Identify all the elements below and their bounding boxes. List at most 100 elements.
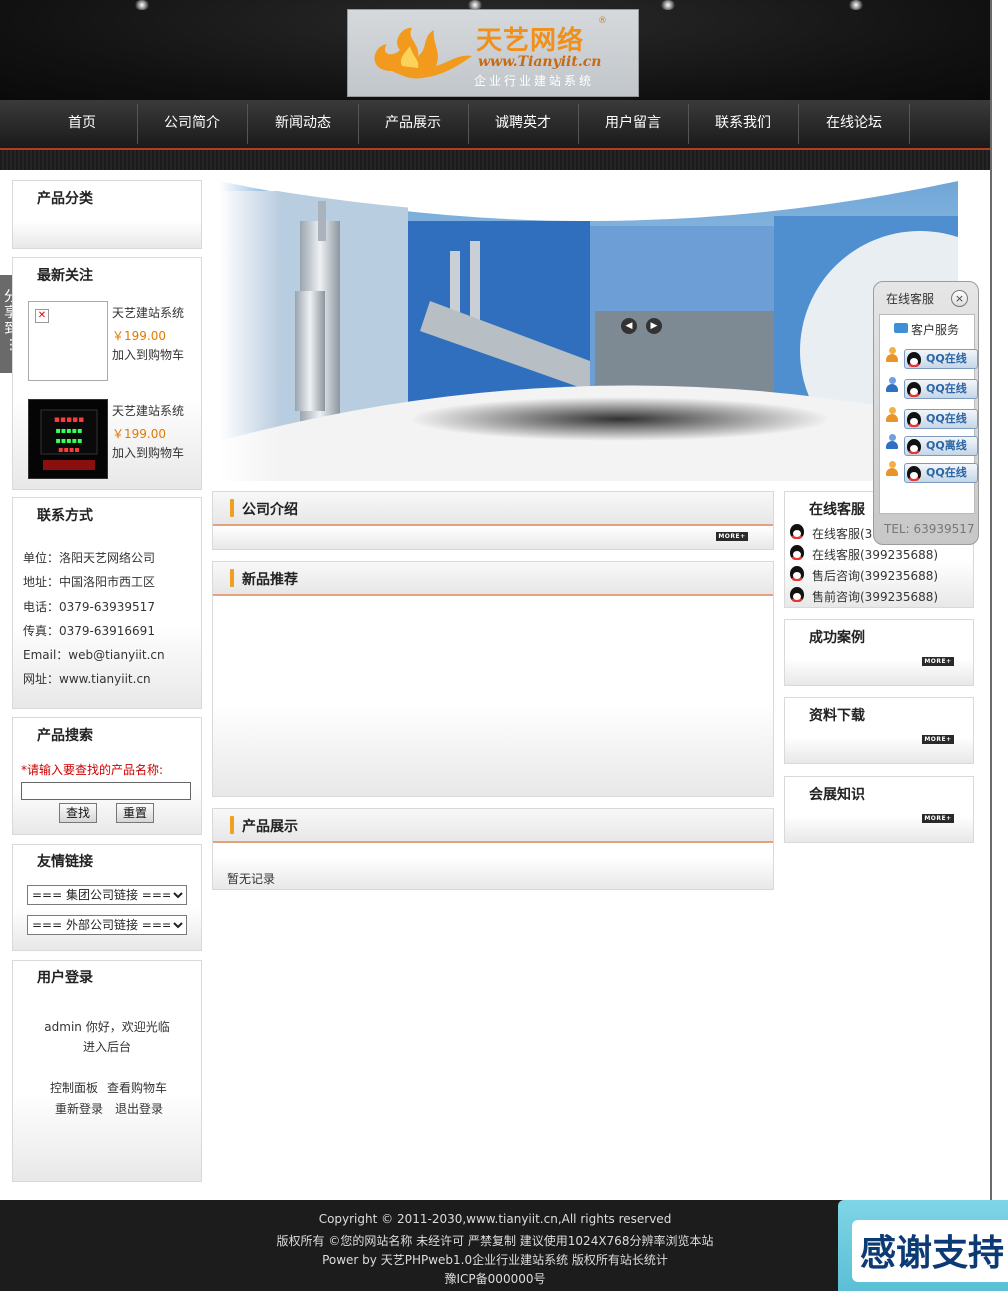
- contact-company: 单位：洛阳天艺网络公司: [23, 551, 156, 565]
- header: 天艺网络 ® www.Tianyiit.cn 企业行业建站系统: [0, 0, 990, 100]
- cases-more-button[interactable]: MORE+: [922, 657, 954, 666]
- qq-online-button[interactable]: QQ在线: [904, 463, 978, 483]
- industrial-banner-image: [220, 181, 958, 481]
- product-name[interactable]: 天艺建站系统: [112, 402, 184, 419]
- contact-box: 联系方式 单位：洛阳天艺网络公司 地址：中国洛阳市西工区 电话：0379-639…: [12, 497, 202, 709]
- service-title: 在线客服: [809, 502, 865, 518]
- banner-slideshow[interactable]: [220, 181, 958, 481]
- nav-bar: 首页 公司简介 新闻动态 产品展示 诚聘英才 用户留言 联系我们 在线论坛: [0, 100, 990, 148]
- downloads-box: 资料下载 MORE+: [784, 697, 974, 764]
- qq-penguin-icon: [907, 466, 921, 481]
- logo-registered-mark: ®: [598, 16, 607, 26]
- knowledge-more-button[interactable]: MORE+: [922, 814, 954, 823]
- qq-close-button[interactable]: ×: [951, 290, 968, 307]
- contact-phone: 电话：0379-63939517: [23, 600, 155, 614]
- new-products-title: 新品推荐: [242, 572, 298, 588]
- nav-item-products[interactable]: 产品展示: [358, 100, 468, 148]
- downloads-more-button[interactable]: MORE+: [922, 735, 954, 744]
- flame-logo-icon: [374, 27, 472, 79]
- thanks-text: 感谢支持: [860, 1233, 1005, 1274]
- main-nav: 首页 公司简介 新闻动态 产品展示 诚聘英才 用户留言 联系我们 在线论坛: [0, 100, 990, 170]
- product-name[interactable]: 天艺建站系统: [112, 304, 184, 321]
- nav-item-guestbook[interactable]: 用户留言: [578, 100, 688, 148]
- knowledge-box: 会展知识 MORE+: [784, 776, 974, 843]
- add-to-cart-link[interactable]: 加入到购物车: [112, 346, 184, 363]
- control-panel-link[interactable]: 控制面板: [50, 1079, 98, 1096]
- new-products-header: 新品推荐: [213, 562, 773, 596]
- nav-item-home[interactable]: 首页: [27, 100, 137, 148]
- login-box: 用户登录 admin 你好，欢迎光临 进入后台 控制面板 查看购物车 重新登录 …: [12, 960, 202, 1182]
- search-button[interactable]: 查找: [59, 803, 97, 823]
- qq-float-panel: 在线客服 × 客户服务 QQ在线 QQ在线 QQ在线 QQ离线 QQ在线 TEL…: [873, 281, 979, 545]
- svg-text:▪▪▪▪▪: ▪▪▪▪▪: [55, 426, 82, 435]
- logout-link[interactable]: 退出登录: [115, 1100, 163, 1117]
- service-link[interactable]: 售前咨询(399235688): [812, 588, 938, 605]
- cases-box: 成功案例 MORE+: [784, 619, 974, 686]
- qq-online-button[interactable]: QQ在线: [904, 409, 978, 429]
- latest-box: 最新关注 ✕ 天艺建站系统 ￥199.00 加入到购物车 ▪▪▪▪▪ ▪▪▪▪▪…: [12, 257, 202, 490]
- qq-folder-label: 客户服务: [911, 323, 960, 337]
- nav-item-about[interactable]: 公司简介: [137, 100, 247, 148]
- view-cart-link[interactable]: 查看购物车: [107, 1079, 167, 1096]
- qq-offline-button[interactable]: QQ离线: [904, 436, 978, 456]
- banner-next-button[interactable]: ▶: [646, 318, 662, 334]
- banner-prev-button[interactable]: ◀: [621, 318, 637, 334]
- service-agent-icon: [886, 461, 898, 476]
- light-glint: [660, 0, 676, 10]
- page-border: [990, 0, 992, 1200]
- light-glint: [848, 0, 864, 10]
- group-links-select[interactable]: === 集团公司链接 ===: [27, 885, 187, 905]
- links-box: 友情链接 === 集团公司链接 === === 外部公司链接 ===: [12, 844, 202, 951]
- intro-section: 公司介绍 MORE+: [212, 491, 774, 550]
- product-price: ￥199.00: [112, 427, 166, 441]
- search-hint: *请输入要查找的产品名称:: [21, 763, 164, 777]
- thanks-panel: 感谢支持: [852, 1220, 1008, 1282]
- qq-button-label: QQ在线: [926, 466, 967, 479]
- nav-item-jobs[interactable]: 诚聘英才: [468, 100, 578, 148]
- nav-item-contact[interactable]: 联系我们: [688, 100, 798, 148]
- welcome-text: admin 你好，欢迎光临: [44, 1020, 170, 1034]
- product-price: ￥199.00: [112, 329, 166, 343]
- logo-subtitle: 企业行业建站系统: [474, 74, 595, 88]
- folder-icon: [894, 323, 908, 333]
- product-thumb-broken[interactable]: ✕: [28, 301, 108, 381]
- cases-title: 成功案例: [809, 630, 865, 646]
- nav-divider: [909, 104, 910, 144]
- nav-item-forum[interactable]: 在线论坛: [799, 100, 909, 148]
- relogin-link[interactable]: 重新登录: [55, 1100, 103, 1117]
- nav-item-news[interactable]: 新闻动态: [248, 100, 358, 148]
- title-underline: [213, 841, 773, 843]
- qq-button-label: QQ离线: [926, 439, 967, 452]
- intro-header: 公司介绍: [213, 492, 773, 526]
- add-to-cart-link[interactable]: 加入到购物车: [112, 444, 184, 461]
- service-agent-icon: [886, 347, 898, 362]
- product-thumb-led-sign[interactable]: ▪▪▪▪▪ ▪▪▪▪▪ ▪▪▪▪▪ ▪▪▪▪: [28, 399, 108, 479]
- qq-penguin-icon: [907, 382, 921, 397]
- title-underline: [213, 524, 773, 526]
- qq-penguin-icon: [790, 545, 804, 560]
- contact-website: 网址：www.tianyiit.cn: [23, 672, 151, 686]
- category-box: 产品分类: [12, 180, 202, 249]
- qq-panel-title: 在线客服: [886, 292, 935, 306]
- service-link[interactable]: 售后咨询(399235688): [812, 567, 938, 584]
- qq-penguin-icon: [790, 524, 804, 539]
- light-glint: [134, 0, 150, 10]
- logo-title: 天艺网络: [476, 26, 585, 56]
- contact-title: 联系方式: [37, 508, 93, 524]
- reset-button[interactable]: 重置: [116, 803, 154, 823]
- product-search-input[interactable]: [21, 782, 191, 800]
- login-title: 用户登录: [37, 970, 93, 986]
- qq-list: 客户服务 QQ在线 QQ在线 QQ在线 QQ离线 QQ在线: [879, 314, 978, 514]
- external-links-select[interactable]: === 外部公司链接 ===: [27, 915, 187, 935]
- admin-link[interactable]: 进入后台: [13, 1038, 201, 1055]
- title-accent-bar: [230, 499, 234, 517]
- qq-online-button[interactable]: QQ在线: [904, 349, 978, 369]
- site-logo[interactable]: 天艺网络 ® www.Tianyiit.cn 企业行业建站系统: [347, 9, 639, 97]
- qq-online-button[interactable]: QQ在线: [904, 379, 978, 399]
- service-link[interactable]: 在线客服(399235688): [812, 546, 938, 563]
- contact-email: Email：web@tianyiit.cn: [23, 648, 165, 662]
- intro-more-button[interactable]: MORE+: [716, 532, 748, 541]
- title-accent-bar: [230, 569, 234, 587]
- thanks-banner[interactable]: 感谢支持: [838, 1200, 1008, 1291]
- latest-title: 最新关注: [37, 268, 93, 284]
